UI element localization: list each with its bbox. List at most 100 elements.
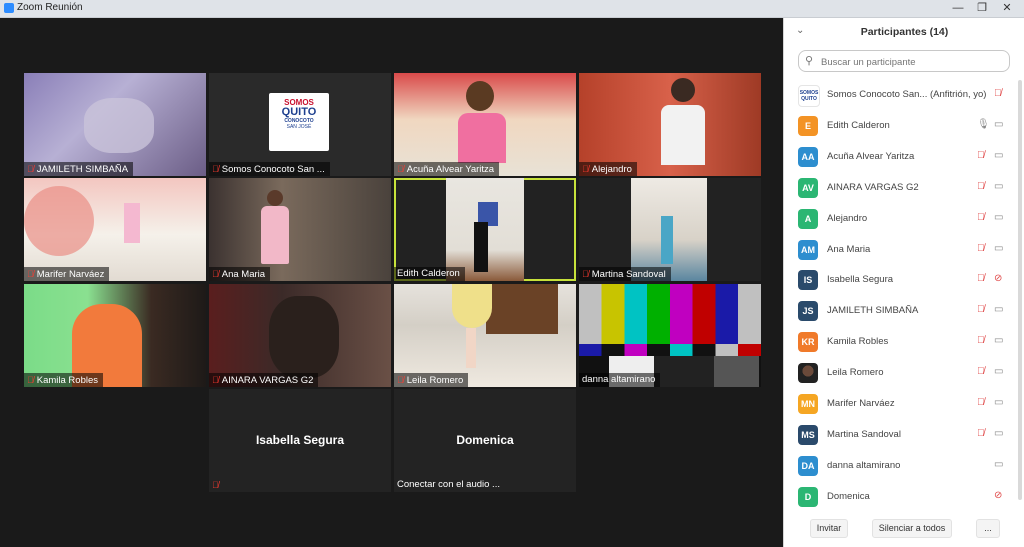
mic-muted-icon[interactable]: 🎙̸: [977, 397, 985, 408]
logo-line4: SAN JOSÉ: [286, 124, 312, 130]
tile-name-label: 🎙̸ Acuña Alvear Yaritza: [394, 162, 500, 176]
mic-muted-icon[interactable]: 🎙̸: [977, 273, 985, 284]
search-input[interactable]: [819, 54, 1008, 70]
camera-off-icon[interactable]: ⊘: [994, 273, 1002, 284]
video-subject-skirt: [452, 284, 492, 328]
participant-name: Leila Romero: [827, 367, 884, 379]
participant-row[interactable]: SOMOS QUITO Somos Conocoto San... (Anfitri…: [784, 80, 1017, 111]
participant-row[interactable]: MS Martina Sandoval 🎙̸ ▭: [784, 420, 1017, 451]
mic-muted-icon[interactable]: 🎙̸: [977, 243, 985, 254]
participant-name: Isabella Segura: [827, 274, 894, 286]
mic-muted-icon[interactable]: 🎙̸: [977, 150, 985, 161]
video-tile-leila[interactable]: 🎙̸ Leila Romero: [394, 284, 576, 387]
video-tile-ainara[interactable]: 🎙̸ AINARA VARGAS G2: [209, 284, 391, 387]
mic-icon[interactable]: 🎙: [977, 119, 990, 130]
avatar: AV: [798, 177, 818, 198]
video-tile-domenica[interactable]: Domenica Conectar con el audio ...: [394, 389, 576, 492]
camera-icon[interactable]: ▭: [994, 212, 1003, 223]
video-tile-edith-active[interactable]: Edith Calderon: [394, 178, 576, 281]
tile-name-label: Edith Calderon: [394, 267, 465, 281]
video-tile-marifer[interactable]: 🎙̸ Marifer Narváez: [24, 178, 206, 281]
camera-icon[interactable]: ▭: [994, 366, 1003, 377]
video-tile-danna[interactable]: danna altamirano: [579, 284, 761, 387]
video-tile-isabella[interactable]: Isabella Segura 🎙̸: [209, 389, 391, 492]
video-tile-alejandro[interactable]: 🎙̸ Alejandro: [579, 73, 761, 176]
mic-muted-icon: 🎙̸: [27, 269, 34, 279]
participant-list-scrollbar[interactable]: [1018, 80, 1022, 500]
invite-button[interactable]: Invitar: [810, 519, 848, 538]
mic-muted-icon[interactable]: 🎙̸: [977, 304, 985, 315]
window-titlebar: Zoom Reunión — ❐ ✕: [0, 0, 1024, 18]
participant-row[interactable]: MN Marifer Narváez 🎙̸ ▭: [784, 389, 1017, 420]
participant-row[interactable]: Leila Romero 🎙̸ ▭: [784, 358, 1017, 389]
mic-muted-icon[interactable]: 🎙̸: [977, 181, 985, 192]
camera-icon[interactable]: ▭: [994, 428, 1003, 439]
mic-muted-icon: 🎙̸: [27, 164, 34, 174]
camera-off-icon[interactable]: ⊘: [994, 490, 1002, 501]
camera-icon[interactable]: ▭: [994, 304, 1003, 315]
participants-panel: ⌄ Participantes (14) ⚲ SOMOSQUITOSomos C…: [783, 18, 1024, 547]
participant-row[interactable]: D Domenica ⊘: [784, 482, 1017, 513]
video-tile-kamila[interactable]: 🎙̸ Kamila Robles: [24, 284, 206, 387]
video-tile-host[interactable]: SOMOS QUITO CONOCOTO SAN JOSÉ 🎙̸ Somos Co…: [209, 73, 391, 176]
participant-row[interactable]: A Alejandro 🎙̸ ▭: [784, 204, 1017, 235]
tile-name-label: 🎙̸ Ana Maria: [209, 267, 271, 281]
mic-muted-icon[interactable]: 🎙̸: [994, 88, 1002, 99]
minimize-button[interactable]: —: [945, 0, 971, 17]
photo-avatar: [798, 363, 818, 384]
camera-icon[interactable]: ▭: [994, 335, 1003, 346]
tile-name-label: 🎙̸: [209, 478, 227, 492]
color-bars-mid: [579, 344, 761, 356]
tile-name-label: 🎙̸ Martina Sandoval: [579, 267, 671, 281]
camera-icon[interactable]: ▭: [994, 150, 1003, 161]
video-tile-yaritza[interactable]: 🎙̸ Acuña Alvear Yaritza: [394, 73, 576, 176]
video-subject-body: [458, 113, 506, 163]
tile-center-name: Domenica: [456, 433, 514, 447]
camera-icon[interactable]: ▭: [994, 181, 1003, 192]
tile-name-label: 🎙̸ Alejandro: [579, 162, 637, 176]
maximize-button[interactable]: ❐: [969, 0, 995, 17]
participant-row[interactable]: AV AINARA VARGAS G2 🎙̸ ▭: [784, 173, 1017, 204]
camera-icon[interactable]: ▭: [994, 119, 1003, 130]
participant-name: Somos Conocoto San... (Anfitrión, yo): [827, 89, 987, 100]
video-subject-body: [661, 105, 705, 165]
tile-name-label: 🎙̸ Somos Conocoto San ...: [209, 162, 330, 176]
avatar: MS: [798, 424, 818, 445]
close-button[interactable]: ✕: [994, 0, 1020, 17]
avatar: E: [798, 115, 818, 136]
camera-icon[interactable]: ▭: [994, 459, 1003, 470]
dresser: [486, 284, 558, 334]
participant-name: Kamila Robles: [827, 336, 889, 348]
video-gallery: 🎙̸ JAMILETH SIMBAÑA SOMOS QUITO CONOCOTO …: [0, 18, 783, 547]
participant-row[interactable]: DA danna altamirano ▭: [784, 451, 1017, 482]
mic-muted-icon[interactable]: 🎙̸: [977, 212, 985, 223]
mic-muted-icon[interactable]: 🎙̸: [977, 335, 985, 346]
video-tile-martina[interactable]: 🎙̸ Martina Sandoval: [579, 178, 761, 281]
avatar: A: [798, 208, 818, 229]
video-tile-ana-maria[interactable]: 🎙̸ Ana Maria: [209, 178, 391, 281]
participant-row[interactable]: AA Acuña Alvear Yaritza 🎙̸ ▭: [784, 142, 1017, 173]
zoom-app-icon: [4, 3, 14, 13]
participant-row[interactable]: KR Kamila Robles 🎙̸ ▭: [784, 327, 1017, 358]
mic-muted-icon: 🎙̸: [582, 269, 589, 279]
mic-muted-icon: 🎙̸: [212, 269, 219, 279]
participant-row[interactable]: IS Isabella Segura 🎙̸ ⊘: [784, 265, 1017, 296]
tile-audio-caption: Conectar con el audio ...: [397, 479, 500, 490]
video-subject: [269, 296, 339, 378]
participant-row[interactable]: JS JAMILETH SIMBAÑA 🎙̸ ▭: [784, 296, 1017, 327]
video-subject: [84, 98, 154, 153]
mute-all-button[interactable]: Silenciar a todos: [872, 519, 952, 538]
video-tile-jamileth[interactable]: 🎙̸ JAMILETH SIMBAÑA: [24, 73, 206, 176]
camera-icon[interactable]: ▭: [994, 243, 1003, 254]
mic-muted-icon[interactable]: 🎙̸: [977, 366, 985, 377]
participant-search[interactable]: ⚲: [798, 50, 1010, 72]
mic-muted-icon[interactable]: 🎙̸: [977, 428, 985, 439]
mic-muted-icon: 🎙̸: [397, 164, 404, 174]
participant-row[interactable]: AM Ana Maria 🎙̸ ▭: [784, 235, 1017, 266]
avatar: DA: [798, 455, 818, 476]
participant-row[interactable]: E Edith Calderon 🎙 ▭: [784, 111, 1017, 142]
tile-name-label: danna altamirano: [579, 373, 661, 387]
more-options-button[interactable]: ...: [976, 519, 1000, 538]
mic-muted-icon: 🎙̸: [212, 480, 219, 490]
camera-icon[interactable]: ▭: [994, 397, 1003, 408]
